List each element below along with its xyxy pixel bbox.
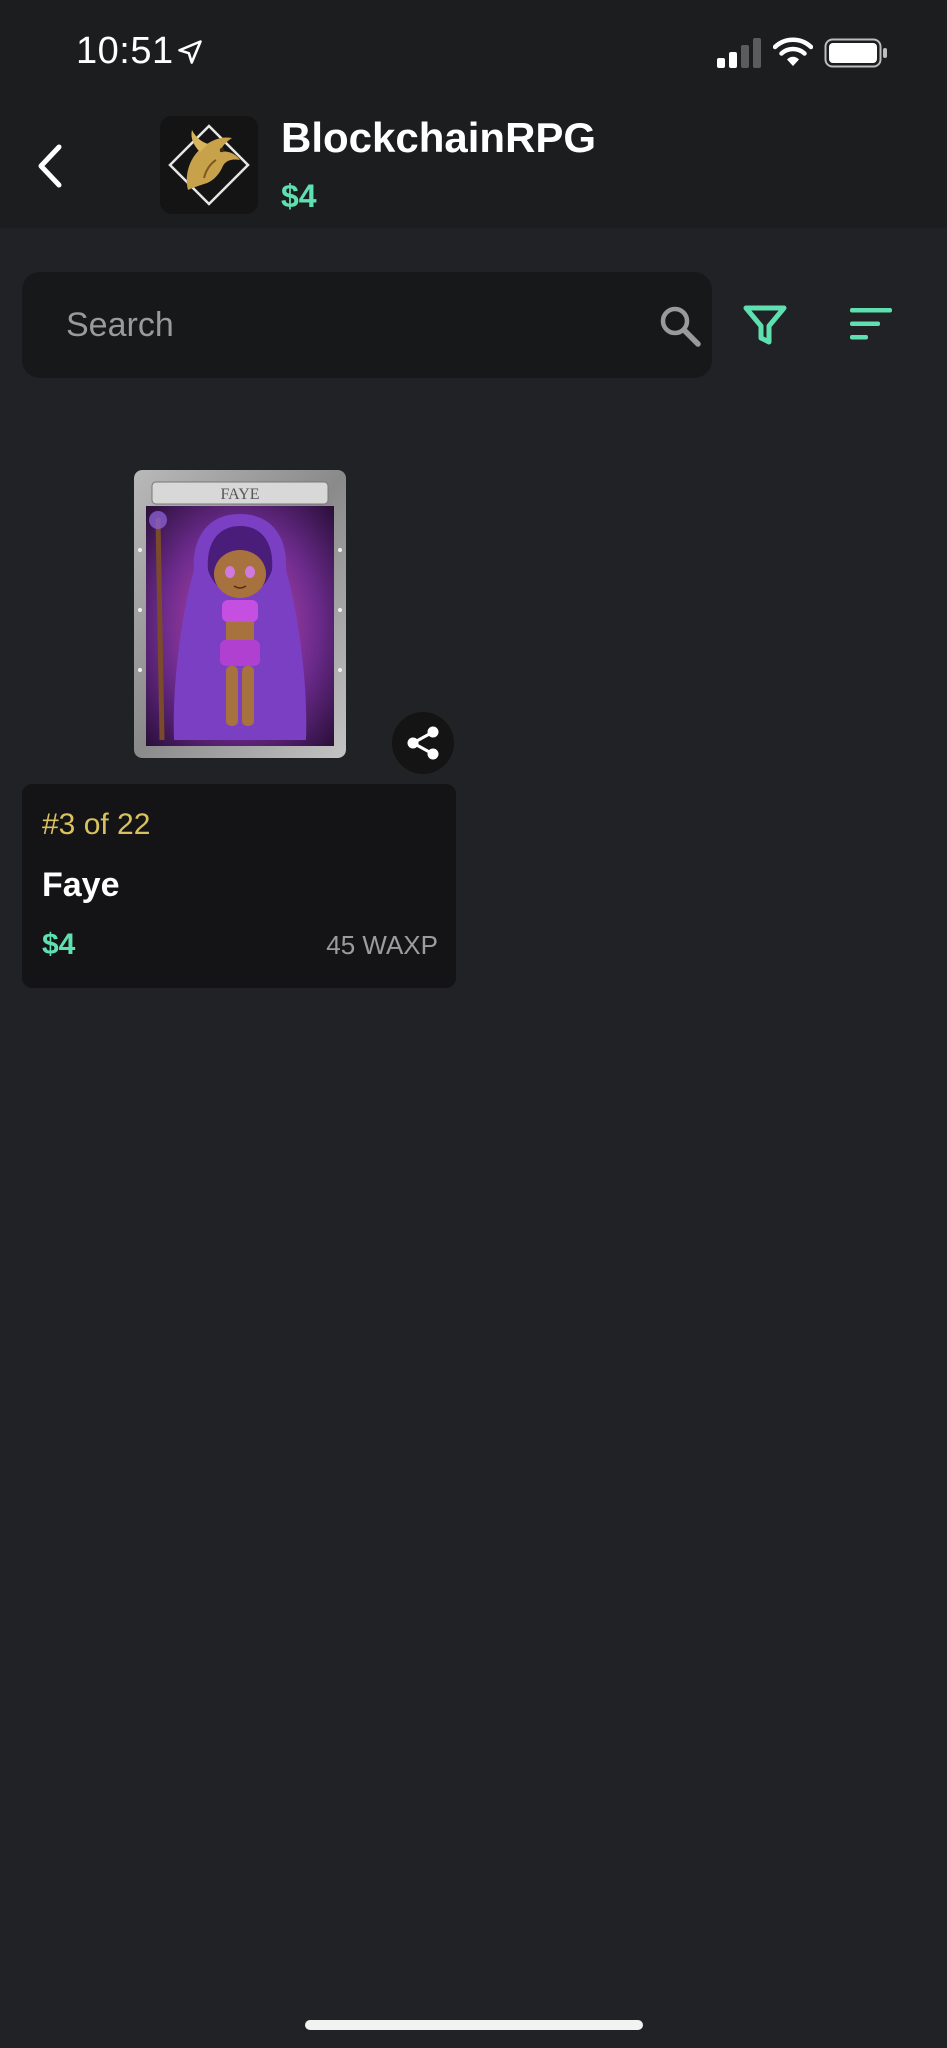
share-icon	[407, 726, 439, 760]
battery-icon	[824, 38, 887, 68]
card-price-wax: 45 WAXP	[326, 930, 438, 960]
home-indicator	[305, 2020, 643, 2030]
status-time: 10:51	[76, 30, 174, 72]
card-price-usd: $4	[42, 928, 76, 961]
collection-price: $4	[281, 178, 317, 214]
back-button[interactable]	[26, 136, 74, 196]
share-button[interactable]	[392, 712, 454, 774]
card-name: Faye	[42, 866, 120, 904]
search-icon[interactable]	[658, 304, 702, 348]
wifi-icon	[773, 37, 813, 66]
card-image[interactable]: FAYE	[134, 470, 346, 758]
collection-logo	[160, 116, 258, 214]
search-input[interactable]	[66, 298, 626, 352]
search-box[interactable]	[22, 272, 712, 378]
cellular-signal-icon	[717, 38, 761, 68]
card-image-title: FAYE	[220, 486, 259, 503]
chevron-left-icon	[38, 144, 62, 188]
location-arrow-icon	[178, 40, 202, 64]
screen: 10:51 BlockchainRPG $4 Search FAYE #3 of…	[0, 0, 947, 2048]
faye-card-art: FAYE	[134, 470, 346, 758]
card-mint-number: #3 of 22	[42, 808, 151, 841]
dragon-logo-icon	[160, 116, 258, 214]
sort-button[interactable]	[848, 306, 894, 342]
filter-button[interactable]	[742, 302, 788, 348]
card-info[interactable]: #3 of 22 Faye $4 45 WAXP	[22, 784, 456, 988]
collection-name: BlockchainRPG	[281, 114, 597, 161]
